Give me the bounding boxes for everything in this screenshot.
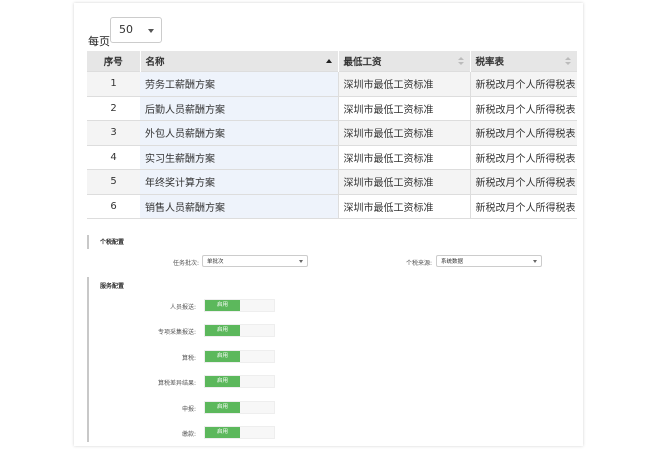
section-divider — [87, 235, 89, 249]
cell-name: 销售人员薪酬方案 — [140, 193, 339, 219]
batch-value: 单批次 — [207, 259, 224, 265]
header-min-wage-label: 最低工资 — [343, 57, 382, 68]
header-min-wage[interactable]: 最低工资 — [338, 51, 471, 72]
cell-name: 外包人员薪酬方案 — [140, 120, 339, 145]
per-page-label: 每页 — [88, 35, 110, 48]
service-label: 缴款: — [181, 431, 196, 438]
toggle-tax-calc[interactable]: 启用 — [204, 350, 275, 363]
toggle-payment[interactable]: 启用 — [204, 426, 275, 439]
table-row[interactable]: 2 后勤人员薪酬方案 深圳市最低工资标准 新税改月个人所得税表 — [87, 95, 577, 121]
cell-name: 劳务工薪酬方案 — [140, 71, 339, 96]
cell-name: 后勤人员薪酬方案 — [140, 95, 339, 121]
source-value: 系统数据 — [441, 259, 464, 265]
cell-min-wage: 深圳市最低工资标准 — [338, 95, 471, 121]
toggle-declare[interactable]: 启用 — [204, 401, 275, 414]
table-row[interactable]: 5 年终奖计算方案 深圳市最低工资标准 新税改月个人所得税表 — [87, 169, 577, 194]
toggle-on-label: 启用 — [205, 300, 240, 311]
batch-label: 任务批次: — [172, 260, 199, 267]
tax-config-title: 个税配置 — [100, 239, 125, 246]
toggle-on-label: 启用 — [205, 376, 240, 387]
toggle-on-label: 启用 — [205, 427, 240, 438]
toggle-person-report[interactable]: 启用 — [204, 299, 275, 312]
header-index: 序号 — [87, 51, 141, 72]
toggle-on-label: 启用 — [205, 325, 240, 336]
chevron-down-icon — [533, 260, 537, 263]
service-label: 人员报送: — [169, 304, 196, 311]
per-page-select[interactable]: 50 — [110, 17, 162, 43]
header-tax-table-label: 税率表 — [475, 57, 505, 68]
header-name-label: 名称 — [145, 57, 165, 68]
header-tax-table[interactable]: 税率表 — [470, 51, 578, 72]
chevron-down-icon — [148, 29, 154, 33]
table-header-row: 序号 名称 最低工资 税率表 — [87, 51, 578, 72]
toggle-special-collect[interactable]: 启用 — [204, 324, 275, 337]
main-panel: 每页 50 序号 名称 最低工资 税率表 1 劳务工薪酬方案 深圳市最低工资标准… — [74, 3, 583, 446]
cell-tax-table: 新税改月个人所得税表 — [470, 120, 577, 145]
per-page-value: 50 — [119, 23, 133, 36]
cell-index: 2 — [87, 95, 140, 121]
cell-min-wage: 深圳市最低工资标准 — [338, 144, 471, 170]
cell-index: 6 — [87, 193, 140, 219]
cell-min-wage: 深圳市最低工资标准 — [338, 193, 471, 219]
cell-name: 年终奖计算方案 — [140, 169, 339, 194]
cell-index: 1 — [87, 71, 140, 96]
cell-tax-table: 新税改月个人所得税表 — [470, 71, 577, 96]
cell-tax-table: 新税改月个人所得税表 — [470, 95, 577, 121]
batch-select[interactable]: 单批次 — [202, 255, 308, 267]
chevron-down-icon — [299, 260, 303, 263]
sort-asc-icon[interactable] — [325, 57, 332, 67]
cell-name: 实习生薪酬方案 — [140, 144, 339, 170]
cell-index: 5 — [87, 169, 140, 194]
sort-icon[interactable] — [457, 57, 464, 67]
cell-tax-table: 新税改月个人所得税表 — [470, 193, 577, 219]
header-name[interactable]: 名称 — [140, 51, 339, 72]
table-row[interactable]: 4 实习生薪酬方案 深圳市最低工资标准 新税改月个人所得税表 — [87, 144, 577, 170]
service-label: 算税差异结果: — [157, 380, 196, 387]
toggle-on-label: 启用 — [205, 402, 240, 413]
cell-tax-table: 新税改月个人所得税表 — [470, 169, 577, 194]
cell-min-wage: 深圳市最低工资标准 — [338, 169, 471, 194]
source-label: 个税来源: — [405, 260, 432, 267]
service-label: 专项采集报送: — [157, 329, 196, 336]
toggle-on-label: 启用 — [205, 351, 240, 362]
sort-icon[interactable] — [564, 57, 571, 67]
service-label: 申报: — [181, 406, 196, 413]
table-row[interactable]: 1 劳务工薪酬方案 深圳市最低工资标准 新税改月个人所得税表 — [87, 71, 577, 96]
salary-plan-table: 序号 名称 最低工资 税率表 1 劳务工薪酬方案 深圳市最低工资标准 新税改月个… — [87, 51, 578, 219]
cell-min-wage: 深圳市最低工资标准 — [338, 120, 471, 145]
section-divider — [87, 277, 89, 442]
table-row[interactable]: 6 销售人员薪酬方案 深圳市最低工资标准 新税改月个人所得税表 — [87, 193, 577, 219]
cell-min-wage: 深圳市最低工资标准 — [338, 71, 471, 96]
cell-index: 4 — [87, 144, 140, 170]
service-config-title: 服务配置 — [100, 283, 125, 290]
cell-tax-table: 新税改月个人所得税表 — [470, 144, 577, 170]
cell-index: 3 — [87, 120, 140, 145]
toggle-tax-diff[interactable]: 启用 — [204, 375, 275, 388]
table-row[interactable]: 3 外包人员薪酬方案 深圳市最低工资标准 新税改月个人所得税表 — [87, 120, 577, 145]
service-label: 算税: — [181, 355, 196, 362]
source-select[interactable]: 系统数据 — [436, 255, 542, 267]
